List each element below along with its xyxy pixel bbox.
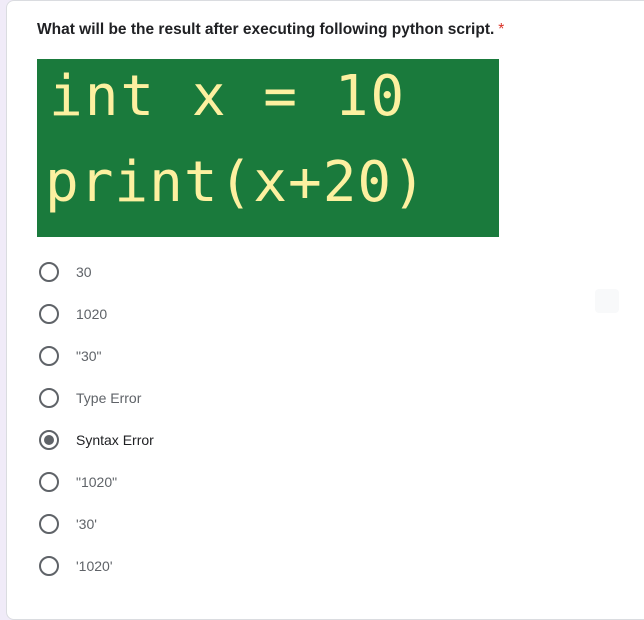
radio-button[interactable] <box>39 304 59 324</box>
radio-button[interactable] <box>39 472 59 492</box>
question-card: What will be the result after executing … <box>6 0 644 620</box>
code-line-1: int x = 10 <box>49 64 407 129</box>
radio-button[interactable] <box>39 514 59 534</box>
question-text: What will be the result after executing … <box>37 21 495 38</box>
option-30[interactable]: 30 <box>39 251 599 293</box>
option-label: Type Error <box>76 390 142 406</box>
option-label: Syntax Error <box>76 432 154 448</box>
radio-button-checked[interactable] <box>39 430 59 450</box>
option-label: "30" <box>76 348 102 364</box>
option-syntax-error[interactable]: Syntax Error <box>39 419 599 461</box>
code-image: int x = 10 print(x+20) <box>37 59 499 237</box>
option-string-30[interactable]: "30" <box>39 335 599 377</box>
options-list: 30 1020 "30" Type Error Syntax Error "10… <box>39 251 599 587</box>
option-1020[interactable]: 1020 <box>39 293 599 335</box>
required-asterisk: * <box>498 21 505 38</box>
question-title: What will be the result after executing … <box>37 21 504 39</box>
option-label: '30' <box>76 516 97 532</box>
radio-button[interactable] <box>39 556 59 576</box>
option-label: "1020" <box>76 474 118 490</box>
code-line-2: print(x+20) <box>45 150 427 215</box>
option-label: 30 <box>76 264 92 280</box>
radio-button[interactable] <box>39 388 59 408</box>
radio-button[interactable] <box>39 262 59 282</box>
option-type-error[interactable]: Type Error <box>39 377 599 419</box>
option-label: 1020 <box>76 306 108 322</box>
option-string-1020[interactable]: "1020" <box>39 461 599 503</box>
option-label: '1020' <box>76 558 113 574</box>
option-single-quote-30[interactable]: '30' <box>39 503 599 545</box>
radio-button[interactable] <box>39 346 59 366</box>
option-single-quote-1020[interactable]: '1020' <box>39 545 599 587</box>
